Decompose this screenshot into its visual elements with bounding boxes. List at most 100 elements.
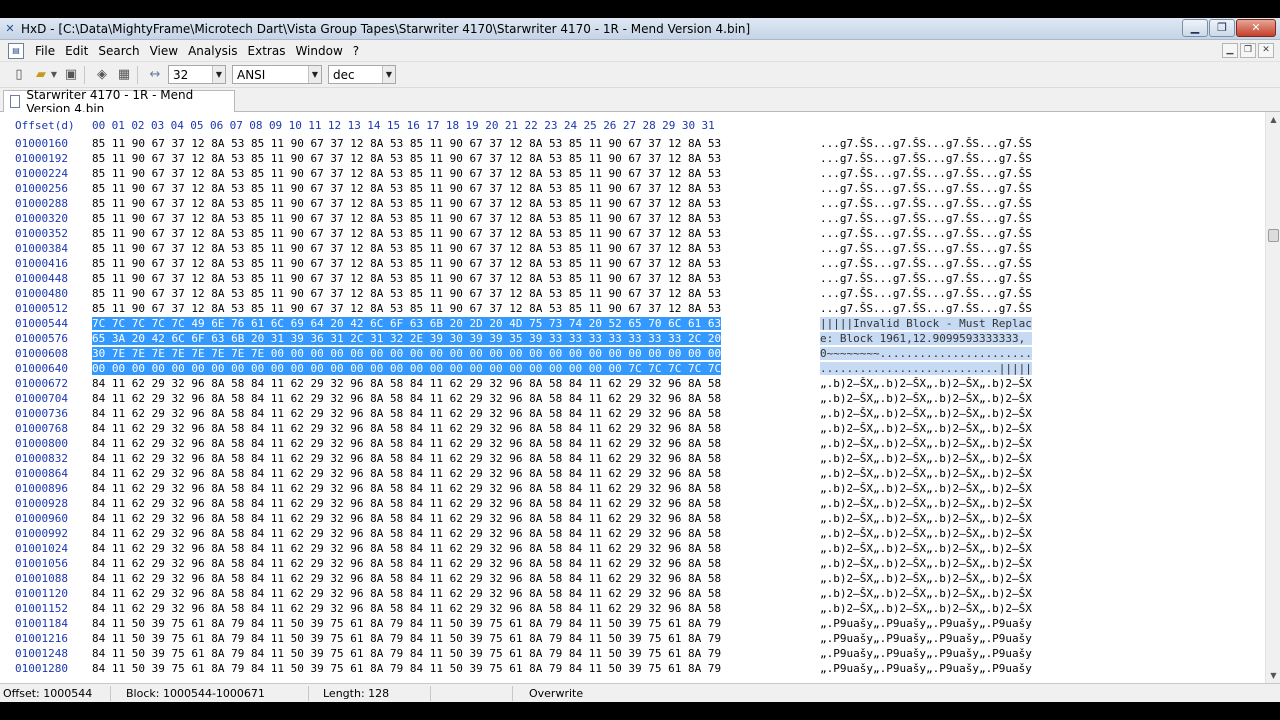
status-mode[interactable]: Overwrite bbox=[529, 687, 583, 700]
row-text[interactable]: ...g7.ŠS...g7.ŠS...g7.ŠS...g7.ŠS bbox=[820, 152, 1032, 165]
hex-row[interactable]: 01000512 85 11 90 67 37 12 8A 53 85 11 90… bbox=[0, 302, 1265, 317]
hex-row[interactable]: 01000192 85 11 90 67 37 12 8A 53 85 11 90… bbox=[0, 152, 1265, 167]
row-hex-bytes[interactable]: 84 11 62 29 32 96 8A 58 84 11 62 29 32 9… bbox=[92, 497, 721, 510]
row-text[interactable]: „.b)2–ŠX„.b)2–ŠX„.b)2–ŠX„.b)2–ŠX bbox=[820, 572, 1032, 585]
row-hex-bytes[interactable]: 85 11 90 67 37 12 8A 53 85 11 90 67 37 1… bbox=[92, 242, 721, 255]
offset-base-select[interactable]: dec ▼ bbox=[328, 65, 396, 84]
row-text[interactable]: „.b)2–ŠX„.b)2–ŠX„.b)2–ŠX„.b)2–ŠX bbox=[820, 587, 1032, 600]
hex-row[interactable]: 01000736 84 11 62 29 32 96 8A 58 84 11 62… bbox=[0, 407, 1265, 422]
row-hex-bytes[interactable]: 84 11 62 29 32 96 8A 58 84 11 62 29 32 9… bbox=[92, 542, 721, 555]
row-text[interactable]: „.P9uašy„.P9uašy„.P9uašy„.P9uašy bbox=[820, 647, 1032, 660]
hex-row[interactable]: 01000704 84 11 62 29 32 96 8A 58 84 11 62… bbox=[0, 392, 1265, 407]
menu-view[interactable]: View bbox=[145, 44, 183, 58]
hex-row[interactable]: 01001024 84 11 62 29 32 96 8A 58 84 11 62… bbox=[0, 542, 1265, 557]
row-hex-bytes[interactable]: 85 11 90 67 37 12 8A 53 85 11 90 67 37 1… bbox=[92, 257, 721, 270]
hex-editor[interactable]: Offset(d) 00 01 02 03 04 05 06 07 08 09 10 11 12 13 14… bbox=[0, 112, 1265, 683]
row-text[interactable]: „.b)2–ŠX„.b)2–ŠX„.b)2–ŠX„.b)2–ŠX bbox=[820, 512, 1032, 525]
save-icon[interactable]: ▣ bbox=[62, 66, 80, 84]
row-hex-bytes[interactable]: 84 11 62 29 32 96 8A 58 84 11 62 29 32 9… bbox=[92, 437, 721, 450]
hex-row[interactable]: 01001088 84 11 62 29 32 96 8A 58 84 11 62… bbox=[0, 572, 1265, 587]
row-text[interactable]: ...g7.ŠS...g7.ŠS...g7.ŠS...g7.ŠS bbox=[820, 197, 1032, 210]
row-hex-bytes[interactable]: 85 11 90 67 37 12 8A 53 85 11 90 67 37 1… bbox=[92, 137, 721, 150]
row-hex-bytes[interactable]: 84 11 50 39 75 61 8A 79 84 11 50 39 75 6… bbox=[92, 632, 721, 645]
row-text[interactable]: „.b)2–ŠX„.b)2–ŠX„.b)2–ŠX„.b)2–ŠX bbox=[820, 467, 1032, 480]
scroll-down-icon[interactable]: ▼ bbox=[1266, 668, 1280, 683]
menu-search[interactable]: Search bbox=[93, 44, 144, 58]
chevron-down-icon[interactable]: ▼ bbox=[308, 66, 321, 83]
row-text[interactable]: „.b)2–ŠX„.b)2–ŠX„.b)2–ŠX„.b)2–ŠX bbox=[820, 527, 1032, 540]
hex-row[interactable]: 01000896 84 11 62 29 32 96 8A 58 84 11 62… bbox=[0, 482, 1265, 497]
row-text[interactable]: ...g7.ŠS...g7.ŠS...g7.ŠS...g7.ŠS bbox=[820, 212, 1032, 225]
row-hex-bytes[interactable]: 85 11 90 67 37 12 8A 53 85 11 90 67 37 1… bbox=[92, 167, 721, 180]
row-text[interactable]: e: Block 1961,12.9099593333333, bbox=[820, 332, 1032, 345]
row-text[interactable]: „.b)2–ŠX„.b)2–ŠX„.b)2–ŠX„.b)2–ŠX bbox=[820, 542, 1032, 555]
row-text[interactable]: „.P9uašy„.P9uašy„.P9uašy„.P9uašy bbox=[820, 662, 1032, 675]
row-hex-bytes[interactable]: 85 11 90 67 37 12 8A 53 85 11 90 67 37 1… bbox=[92, 272, 721, 285]
close-button[interactable]: ✕ bbox=[1236, 19, 1276, 37]
row-text[interactable]: „.b)2–ŠX„.b)2–ŠX„.b)2–ŠX„.b)2–ŠX bbox=[820, 392, 1032, 405]
hex-row[interactable]: 01000480 85 11 90 67 37 12 8A 53 85 11 90… bbox=[0, 287, 1265, 302]
hex-row[interactable]: 01000800 84 11 62 29 32 96 8A 58 84 11 62… bbox=[0, 437, 1265, 452]
row-text[interactable]: 0~~~~~~~~....................... bbox=[820, 347, 1032, 360]
hex-row[interactable]: 01000544 7C 7C 7C 7C 7C 49 6E 76 61 6C 69… bbox=[0, 317, 1265, 332]
row-text[interactable]: „.b)2–ŠX„.b)2–ŠX„.b)2–ŠX„.b)2–ŠX bbox=[820, 482, 1032, 495]
hex-row[interactable]: 01001216 84 11 50 39 75 61 8A 79 84 11 50… bbox=[0, 632, 1265, 647]
hex-row[interactable]: 01000448 85 11 90 67 37 12 8A 53 85 11 90… bbox=[0, 272, 1265, 287]
row-text[interactable]: ...g7.ŠS...g7.ŠS...g7.ŠS...g7.ŠS bbox=[820, 167, 1032, 180]
row-hex-bytes[interactable]: 84 11 62 29 32 96 8A 58 84 11 62 29 32 9… bbox=[92, 407, 721, 420]
hex-row[interactable]: 01000768 84 11 62 29 32 96 8A 58 84 11 62… bbox=[0, 422, 1265, 437]
new-file-icon[interactable]: ▯ bbox=[10, 66, 28, 84]
row-text[interactable]: „.b)2–ŠX„.b)2–ŠX„.b)2–ŠX„.b)2–ŠX bbox=[820, 437, 1032, 450]
row-hex-bytes[interactable]: 85 11 90 67 37 12 8A 53 85 11 90 67 37 1… bbox=[92, 302, 721, 315]
cut-icon[interactable]: ◈ bbox=[93, 66, 111, 84]
hex-row[interactable]: 01000640 00 00 00 00 00 00 00 00 00 00 00… bbox=[0, 362, 1265, 377]
hex-row[interactable]: 01000256 85 11 90 67 37 12 8A 53 85 11 90… bbox=[0, 182, 1265, 197]
row-text[interactable]: „.b)2–ŠX„.b)2–ŠX„.b)2–ŠX„.b)2–ŠX bbox=[820, 407, 1032, 420]
row-text[interactable]: ...g7.ŠS...g7.ŠS...g7.ŠS...g7.ŠS bbox=[820, 257, 1032, 270]
menu-extras[interactable]: Extras bbox=[243, 44, 291, 58]
hex-row[interactable]: 01000960 84 11 62 29 32 96 8A 58 84 11 62… bbox=[0, 512, 1265, 527]
row-hex-bytes[interactable]: 84 11 62 29 32 96 8A 58 84 11 62 29 32 9… bbox=[92, 482, 721, 495]
minimize-button[interactable]: ▁ bbox=[1182, 19, 1208, 37]
charset-select[interactable]: ANSI ▼ bbox=[232, 65, 322, 84]
open-folder-icon[interactable]: ▰ bbox=[32, 66, 50, 84]
row-text[interactable]: „.b)2–ŠX„.b)2–ŠX„.b)2–ŠX„.b)2–ŠX bbox=[820, 602, 1032, 615]
row-hex-bytes[interactable]: 84 11 62 29 32 96 8A 58 84 11 62 29 32 9… bbox=[92, 452, 721, 465]
maximize-button[interactable]: ❐ bbox=[1209, 19, 1235, 37]
doc-close-button[interactable]: ✕ bbox=[1258, 43, 1274, 58]
row-hex-bytes[interactable]: 85 11 90 67 37 12 8A 53 85 11 90 67 37 1… bbox=[92, 212, 721, 225]
vertical-scrollbar[interactable]: ▲ ▼ bbox=[1265, 112, 1280, 683]
hex-row[interactable]: 01000416 85 11 90 67 37 12 8A 53 85 11 90… bbox=[0, 257, 1265, 272]
row-text[interactable]: ...g7.ŠS...g7.ŠS...g7.ŠS...g7.ŠS bbox=[820, 272, 1032, 285]
row-hex-bytes[interactable]: 84 11 62 29 32 96 8A 58 84 11 62 29 32 9… bbox=[92, 467, 721, 480]
doc-restore-button[interactable]: ❐ bbox=[1240, 43, 1256, 58]
tab-file[interactable]: Starwriter 4170 - 1R - Mend Version 4.bi… bbox=[3, 88, 235, 116]
row-text[interactable]: „.b)2–ŠX„.b)2–ŠX„.b)2–ŠX„.b)2–ŠX bbox=[820, 377, 1032, 390]
paste-icon[interactable]: ▦ bbox=[115, 66, 133, 84]
scroll-thumb[interactable] bbox=[1268, 229, 1279, 242]
menu-file[interactable]: File bbox=[30, 44, 60, 58]
row-text[interactable]: ...g7.ŠS...g7.ŠS...g7.ŠS...g7.ŠS bbox=[820, 242, 1032, 255]
row-hex-bytes[interactable]: 84 11 62 29 32 96 8A 58 84 11 62 29 32 9… bbox=[92, 572, 721, 585]
scroll-up-icon[interactable]: ▲ bbox=[1266, 112, 1280, 127]
row-hex-bytes[interactable]: 84 11 62 29 32 96 8A 58 84 11 62 29 32 9… bbox=[92, 602, 721, 615]
row-hex-bytes[interactable]: 84 11 62 29 32 96 8A 58 84 11 62 29 32 9… bbox=[92, 512, 721, 525]
row-text[interactable]: „.b)2–ŠX„.b)2–ŠX„.b)2–ŠX„.b)2–ŠX bbox=[820, 497, 1032, 510]
hex-row[interactable]: 01000224 85 11 90 67 37 12 8A 53 85 11 90… bbox=[0, 167, 1265, 182]
hex-row[interactable]: 01000992 84 11 62 29 32 96 8A 58 84 11 62… bbox=[0, 527, 1265, 542]
row-hex-bytes[interactable]: 85 11 90 67 37 12 8A 53 85 11 90 67 37 1… bbox=[92, 197, 721, 210]
hex-row[interactable]: 01000576 65 3A 20 42 6C 6F 63 6B 20 31 39… bbox=[0, 332, 1265, 347]
row-text[interactable]: ...g7.ŠS...g7.ŠS...g7.ŠS...g7.ŠS bbox=[820, 302, 1032, 315]
menu-window[interactable]: Window bbox=[290, 44, 347, 58]
row-hex-bytes[interactable]: 84 11 50 39 75 61 8A 79 84 11 50 39 75 6… bbox=[92, 617, 721, 630]
row-hex-bytes[interactable]: 84 11 62 29 32 96 8A 58 84 11 62 29 32 9… bbox=[92, 527, 721, 540]
row-hex-bytes[interactable]: 84 11 62 29 32 96 8A 58 84 11 62 29 32 9… bbox=[92, 392, 721, 405]
row-text[interactable]: |||||Invalid Block - Must Replac bbox=[820, 317, 1032, 330]
row-text[interactable]: ...g7.ŠS...g7.ŠS...g7.ŠS...g7.ŠS bbox=[820, 137, 1032, 150]
row-hex-bytes[interactable]: 84 11 50 39 75 61 8A 79 84 11 50 39 75 6… bbox=[92, 647, 721, 660]
row-text[interactable]: ...g7.ŠS...g7.ŠS...g7.ŠS...g7.ŠS bbox=[820, 227, 1032, 240]
row-text[interactable]: „.b)2–ŠX„.b)2–ŠX„.b)2–ŠX„.b)2–ŠX bbox=[820, 452, 1032, 465]
row-hex-bytes[interactable]: 84 11 50 39 75 61 8A 79 84 11 50 39 75 6… bbox=[92, 662, 721, 675]
menu-help[interactable]: ? bbox=[348, 44, 364, 58]
row-hex-bytes[interactable]: 84 11 62 29 32 96 8A 58 84 11 62 29 32 9… bbox=[92, 557, 721, 570]
